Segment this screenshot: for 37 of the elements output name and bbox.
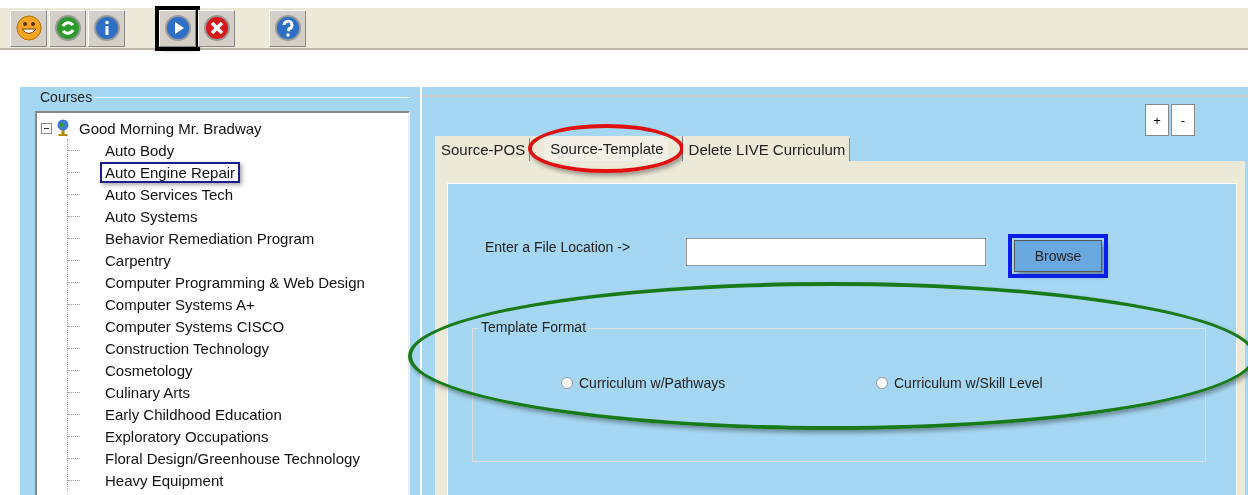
zoom-button[interactable]: - bbox=[1171, 104, 1195, 136]
tree-item[interactable]: Floral Design/Greenhouse Technology bbox=[100, 447, 365, 469]
tree-item[interactable]: Carpentry bbox=[100, 249, 176, 271]
zoom-button[interactable]: + bbox=[1145, 104, 1169, 136]
group-title: Template Format bbox=[479, 319, 589, 335]
radio-label: Curriculum w/Skill Level bbox=[894, 375, 1043, 391]
play-icon bbox=[163, 14, 192, 42]
tree-item[interactable]: Culinary Arts bbox=[100, 381, 196, 403]
help-icon bbox=[273, 14, 302, 42]
file-location-field[interactable] bbox=[686, 238, 986, 266]
tree-item[interactable]: Good Morning Mr. Bradway bbox=[74, 117, 267, 139]
radio-label: Curriculum w/Pathways bbox=[579, 375, 726, 391]
radio-button[interactable] bbox=[876, 377, 888, 389]
info-icon bbox=[92, 14, 121, 42]
smiley-icon bbox=[14, 14, 43, 42]
globe-icon bbox=[56, 119, 70, 137]
tree-item[interactable]: Computer Systems A+ bbox=[100, 293, 260, 315]
tree-item[interactable]: Auto Engine Repair bbox=[100, 161, 241, 183]
tree-item[interactable]: Cosmetology bbox=[100, 359, 198, 381]
tree-item[interactable]: Early Childhood Education bbox=[100, 403, 287, 425]
tree-item[interactable]: Computer Programming & Web Design bbox=[100, 271, 370, 293]
tree-item[interactable]: Heavy Equipment bbox=[100, 469, 229, 491]
tree-item[interactable]: Auto Body bbox=[100, 139, 180, 161]
refresh-icon bbox=[53, 14, 82, 42]
tree-item[interactable]: Computer Systems CISCO bbox=[100, 315, 290, 337]
tab[interactable]: Source-Template bbox=[544, 136, 668, 161]
tree-item[interactable]: Auto Services Tech bbox=[100, 183, 239, 205]
group-title: Courses bbox=[39, 89, 94, 105]
radio-button[interactable] bbox=[561, 377, 573, 389]
close-icon bbox=[202, 14, 231, 42]
collapse-icon[interactable] bbox=[41, 122, 52, 134]
field-label: Enter a File Location -> bbox=[485, 239, 632, 255]
tree-item[interactable]: Auto Systems bbox=[100, 205, 203, 227]
tree-item[interactable]: Exploratory Occupations bbox=[100, 425, 274, 447]
tree-item[interactable]: Behavior Remediation Program bbox=[100, 227, 320, 249]
toolbar-button[interactable] bbox=[10, 9, 47, 47]
tree-item[interactable]: Construction Technology bbox=[100, 337, 274, 359]
